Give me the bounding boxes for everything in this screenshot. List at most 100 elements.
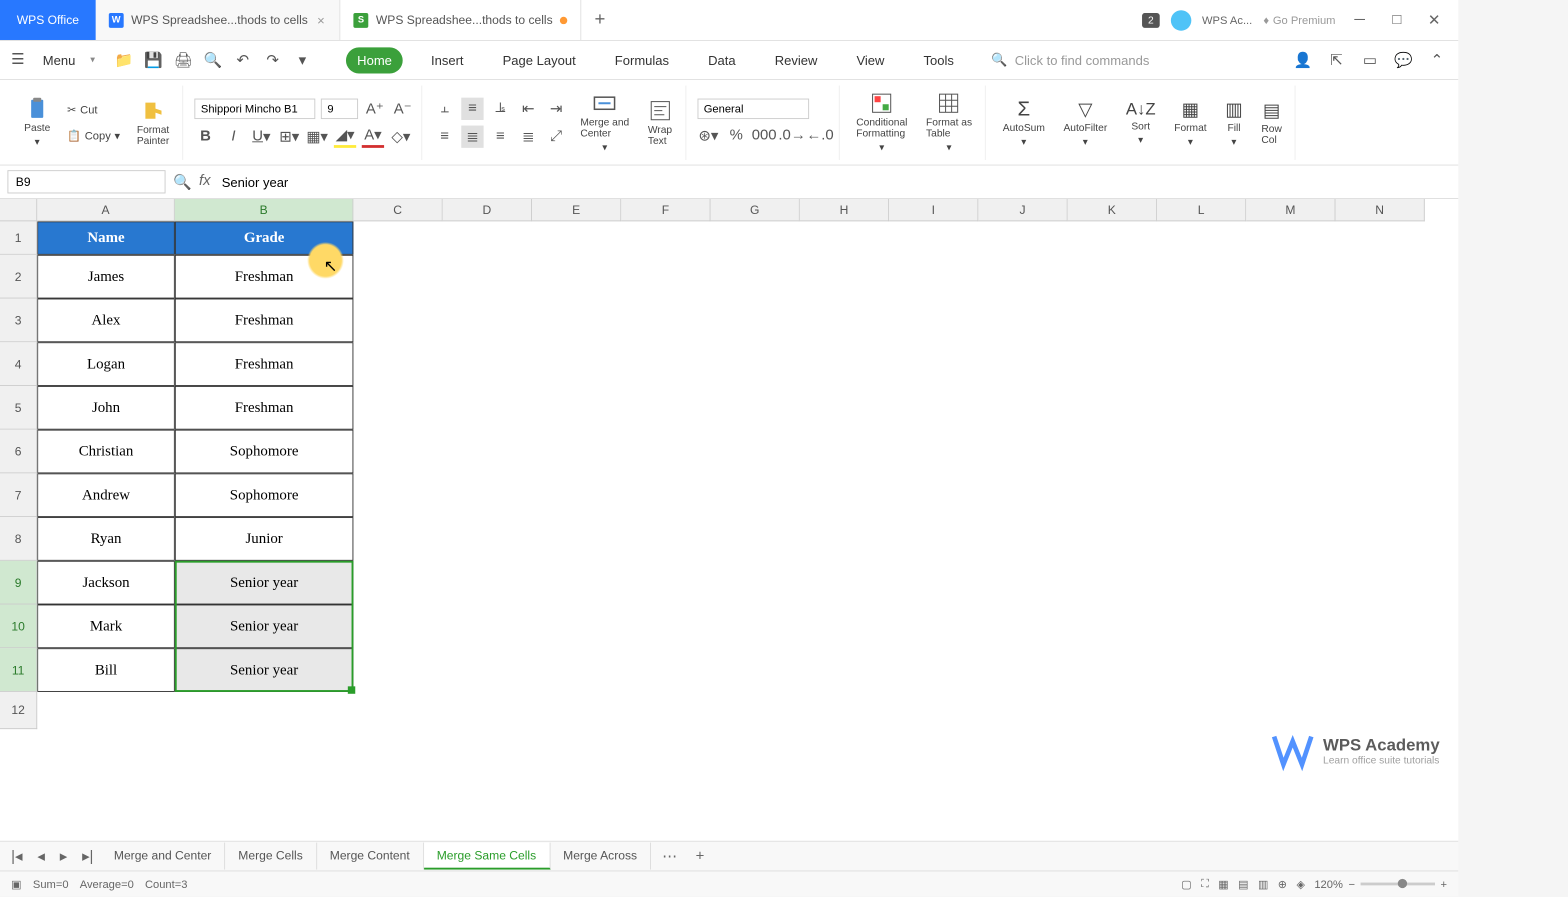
row-header-6[interactable]: 6 [0, 430, 37, 474]
maximize-icon[interactable]: □ [1384, 7, 1410, 33]
cell-B9[interactable]: Senior year [175, 561, 354, 605]
save-icon[interactable]: 💾 [143, 50, 163, 70]
row-header-7[interactable]: 7 [0, 473, 37, 517]
cell-A6[interactable]: Christian [37, 430, 175, 474]
prev-sheet-icon[interactable]: ◂ [34, 845, 49, 867]
font-color-button[interactable]: A▾ [362, 125, 384, 147]
ribbon-tab-insert[interactable]: Insert [420, 47, 475, 73]
cell-A1[interactable]: Name [37, 221, 175, 254]
cell-B8[interactable]: Junior [175, 517, 354, 561]
decrease-font-icon[interactable]: A⁻ [392, 97, 414, 119]
sheet-tab-merge-cells[interactable]: Merge Cells [225, 843, 316, 870]
column-header-L[interactable]: L [1157, 199, 1246, 221]
row-header-3[interactable]: 3 [0, 299, 37, 343]
ribbon-tab-home[interactable]: Home [346, 47, 403, 73]
search-commands[interactable]: 🔍 Click to find commands [991, 52, 1285, 68]
spreadsheet-grid[interactable]: ABCDEFGHIJKLMN 123456789101112 NameGrade… [0, 199, 1458, 841]
view-normal-icon[interactable]: ▦ [1218, 877, 1229, 890]
decrease-indent-icon[interactable]: ⇤ [517, 97, 539, 119]
ribbon-tab-review[interactable]: Review [764, 47, 829, 73]
ribbon-tab-page-layout[interactable]: Page Layout [491, 47, 586, 73]
bold-button[interactable]: B [194, 125, 216, 147]
view-page-icon[interactable]: ▤ [1238, 877, 1249, 890]
align-top-icon[interactable]: ⫠ [433, 97, 455, 119]
number-format-select[interactable] [697, 98, 809, 118]
more-icon[interactable]: ▾ [292, 50, 312, 70]
cell-B5[interactable]: Freshman [175, 386, 354, 430]
chat-icon[interactable]: 💬 [1393, 50, 1413, 70]
increase-indent-icon[interactable]: ⇥ [545, 97, 567, 119]
ribbon-tab-tools[interactable]: Tools [912, 47, 965, 73]
cell-A10[interactable]: Mark [37, 605, 175, 649]
underline-button[interactable]: U▾ [250, 125, 272, 147]
open-icon[interactable]: 📁 [114, 50, 134, 70]
ribbon-tab-view[interactable]: View [845, 47, 895, 73]
view-break-icon[interactable]: ▥ [1258, 877, 1269, 890]
format-as-table-button[interactable]: Format as Table▾ [920, 87, 977, 157]
cut-button[interactable]: ✂ Cut [63, 99, 123, 119]
format-button[interactable]: ▦Format▾ [1169, 93, 1213, 151]
font-size-select[interactable] [321, 98, 358, 118]
menu-button[interactable]: Menu [43, 53, 76, 68]
row-header-12[interactable]: 12 [0, 692, 37, 729]
copy-button[interactable]: 📋 Copy▾ [63, 125, 123, 145]
minimize-icon[interactable]: ─ [1347, 7, 1373, 33]
fill-button[interactable]: ▥Fill▾ [1220, 93, 1249, 151]
autosum-button[interactable]: ΣAutoSum▾ [997, 93, 1050, 152]
row-header-10[interactable]: 10 [0, 605, 37, 649]
cell-A3[interactable]: Alex [37, 299, 175, 343]
column-header-G[interactable]: G [711, 199, 800, 221]
column-header-B[interactable]: B [175, 199, 354, 221]
align-right-icon[interactable]: ≡ [489, 125, 511, 147]
close-icon[interactable]: × [315, 11, 326, 30]
next-sheet-icon[interactable]: ▸ [56, 845, 71, 867]
cell-A8[interactable]: Ryan [37, 517, 175, 561]
redo-icon[interactable]: ↷ [262, 50, 282, 70]
column-header-D[interactable]: D [443, 199, 532, 221]
column-header-H[interactable]: H [800, 199, 889, 221]
hamburger-icon[interactable]: ☰ [11, 50, 31, 70]
view-icon-2[interactable]: ⛶ [1201, 877, 1209, 891]
column-header-C[interactable]: C [353, 199, 442, 221]
cell-A9[interactable]: Jackson [37, 561, 175, 605]
notification-badge[interactable]: 2 [1142, 13, 1159, 28]
formula-input[interactable]: Senior year [218, 171, 1451, 193]
row-header-2[interactable]: 2 [0, 255, 37, 299]
collapse-icon[interactable]: ⌃ [1427, 50, 1447, 70]
sheet-tab-merge-and-center[interactable]: Merge and Center [101, 843, 225, 870]
row-header-5[interactable]: 5 [0, 386, 37, 430]
column-header-J[interactable]: J [978, 199, 1067, 221]
last-sheet-icon[interactable]: ▸| [78, 845, 97, 867]
cell-B1[interactable]: Grade [175, 221, 354, 254]
row-header-8[interactable]: 8 [0, 517, 37, 561]
fill-color-button[interactable]: ◢▾ [334, 125, 356, 147]
export-icon[interactable]: ⇱ [1326, 50, 1346, 70]
cell-A4[interactable]: Logan [37, 342, 175, 386]
close-icon[interactable]: ✕ [1421, 7, 1447, 33]
column-header-I[interactable]: I [889, 199, 978, 221]
doc-tab-2[interactable]: S WPS Spreadshee...thods to cells [341, 0, 582, 40]
clear-format-button[interactable]: ◇▾ [390, 125, 412, 147]
increase-decimal-icon[interactable]: .0→ [781, 124, 803, 146]
justify-icon[interactable]: ≣ [517, 125, 539, 147]
zoom-slider[interactable] [1361, 883, 1435, 886]
cell-A2[interactable]: James [37, 255, 175, 299]
preview-icon[interactable]: 🔍 [203, 50, 223, 70]
decrease-decimal-icon[interactable]: ←.0 [809, 124, 831, 146]
column-header-M[interactable]: M [1246, 199, 1335, 221]
go-premium-button[interactable]: ♦ Go Premium [1263, 13, 1335, 26]
view-icon-1[interactable]: ▢ [1181, 877, 1192, 890]
zoom-in-icon[interactable]: + [1441, 877, 1448, 890]
sheet-tab-merge-content[interactable]: Merge Content [317, 843, 424, 870]
increase-font-icon[interactable]: A⁺ [364, 97, 386, 119]
sheet-tab-merge-across[interactable]: Merge Across [550, 843, 651, 870]
orientation-icon[interactable]: ⤢ [545, 125, 567, 147]
align-center-icon[interactable]: ≣ [461, 125, 483, 147]
paste-button[interactable]: Paste▾ [19, 93, 56, 152]
comma-icon[interactable]: 000 [753, 124, 775, 146]
row-col-button[interactable]: ▤Row Col [1256, 95, 1288, 150]
wrap-text-button[interactable]: Wrap Text [642, 94, 677, 150]
record-icon[interactable]: ▣ [11, 877, 22, 890]
view-icon-7[interactable]: ◈ [1296, 877, 1305, 890]
format-painter-button[interactable]: Format Painter [131, 94, 175, 150]
